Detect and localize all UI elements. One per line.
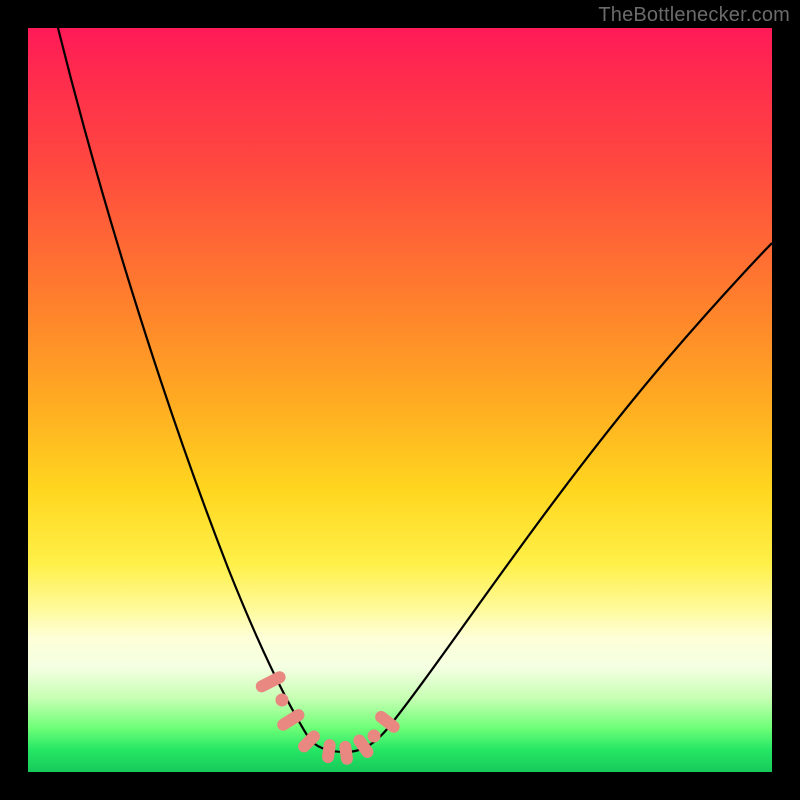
- bottleneck-curve-left: [58, 28, 310, 740]
- marker-dot: [276, 694, 289, 707]
- watermark-text: TheBottlenecker.com: [598, 4, 790, 27]
- marker-group: [254, 669, 402, 765]
- marker: [339, 740, 354, 765]
- bottleneck-curve-right: [346, 243, 772, 752]
- chart-svg: [28, 28, 772, 772]
- marker: [296, 728, 323, 755]
- marker: [321, 738, 336, 763]
- plot-area: [28, 28, 772, 772]
- chart-frame: TheBottlenecker.com: [0, 0, 800, 800]
- marker-dot: [368, 730, 381, 743]
- marker: [275, 707, 307, 733]
